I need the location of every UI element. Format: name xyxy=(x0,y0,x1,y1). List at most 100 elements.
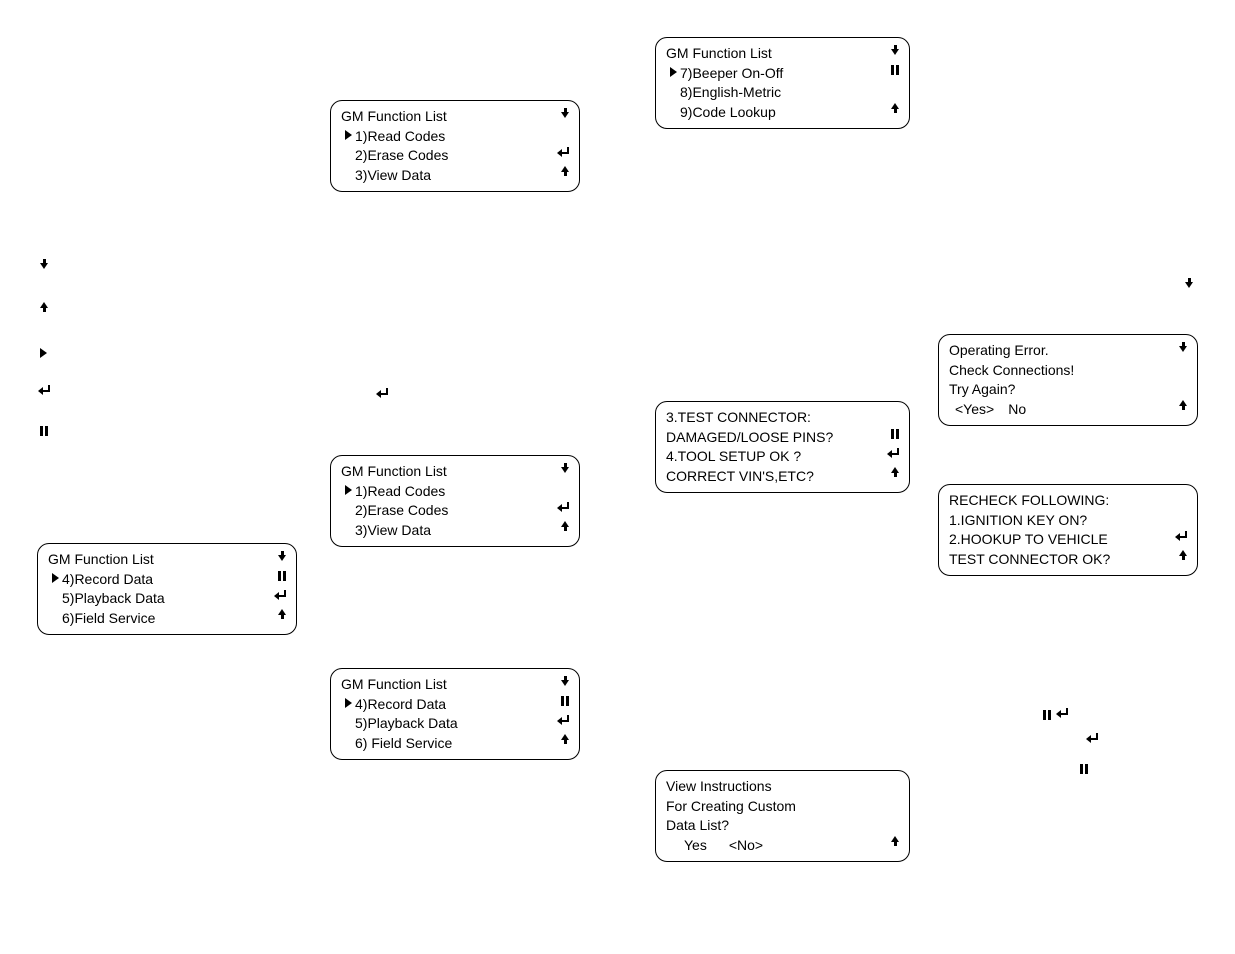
up-icon xyxy=(561,734,569,744)
instruction-line: For Creating Custom xyxy=(666,797,796,817)
screen-recheck: RECHECK FOLLOWING: 1.IGNITION KEY ON? 2.… xyxy=(938,484,1198,576)
selector-arrow-icon xyxy=(345,130,352,143)
recheck-line: RECHECK FOLLOWING: xyxy=(949,491,1109,511)
instruction-line: Data List? xyxy=(666,816,729,836)
enter-icon xyxy=(1177,531,1187,541)
menu-item[interactable]: 4)Record Data xyxy=(48,570,286,590)
pause-icon xyxy=(891,65,899,75)
down-icon xyxy=(1179,342,1187,352)
error-line: Operating Error. xyxy=(949,341,1049,361)
menu-item[interactable]: 1)Read Codes xyxy=(341,482,569,502)
menu-item[interactable]: 2)Erase Codes xyxy=(341,146,569,166)
screen-title: GM Function List xyxy=(341,107,447,127)
menu-item-label: 4)Record Data xyxy=(62,570,153,590)
menu-item[interactable]: 6)Field Service xyxy=(48,609,286,629)
enter-icon xyxy=(276,590,286,600)
play-arrow-icon xyxy=(40,345,47,361)
menu-item-label: 7)Beeper On-Off xyxy=(680,64,783,84)
enter-icon xyxy=(378,388,388,398)
menu-item[interactable]: 4)Record Data xyxy=(341,695,569,715)
screen-title: GM Function List xyxy=(48,550,154,570)
choice-yes[interactable]: Yes xyxy=(684,836,707,856)
pause-icon xyxy=(1080,764,1088,774)
down-icon xyxy=(561,676,569,686)
menu-item-label: 1)Read Codes xyxy=(355,127,445,147)
error-line: Check Connections! xyxy=(949,361,1074,381)
recheck-line: 2.HOOKUP TO VEHICLE xyxy=(949,530,1108,550)
menu-item-label: 3)View Data xyxy=(355,521,431,541)
menu-item[interactable]: 3)View Data xyxy=(341,166,569,186)
down-icon xyxy=(40,259,48,269)
enter-icon xyxy=(1058,708,1068,718)
screen-operating-error: Operating Error. Check Connections! Try … xyxy=(938,334,1198,426)
menu-item[interactable]: 5)Playback Data xyxy=(48,589,286,609)
screen-check-connector: 3.TEST CONNECTOR: DAMAGED/LOOSE PINS? 4.… xyxy=(655,401,910,493)
menu-item[interactable]: 2)Erase Codes xyxy=(341,501,569,521)
pause-icon xyxy=(278,571,286,581)
prompt-row: Yes <No> xyxy=(666,836,899,856)
enter-icon xyxy=(559,147,569,157)
prompt-row: <Yes> No xyxy=(949,400,1187,420)
screen-gm-list-1: GM Function List 1)Read Codes 2)Erase Co… xyxy=(330,100,580,192)
menu-item-label: 4)Record Data xyxy=(355,695,446,715)
screen-title: GM Function List xyxy=(666,44,772,64)
choice-yes[interactable]: <Yes> xyxy=(955,400,994,420)
up-icon xyxy=(1179,400,1187,410)
instruction-line: View Instructions xyxy=(666,777,772,797)
screen-gm-list-5: GM Function List 4)Record Data 5)Playbac… xyxy=(330,668,580,760)
pause-icon xyxy=(561,696,569,706)
selector-arrow-icon xyxy=(670,67,677,80)
up-icon xyxy=(891,103,899,113)
check-line: 3.TEST CONNECTOR: xyxy=(666,408,811,428)
menu-item-label: 1)Read Codes xyxy=(355,482,445,502)
up-icon xyxy=(891,467,899,477)
screen-title: GM Function List xyxy=(341,675,447,695)
screen-gm-list-3: GM Function List 1)Read Codes 2)Erase Co… xyxy=(330,455,580,547)
choice-no[interactable]: <No> xyxy=(729,836,763,856)
menu-item-label: 3)View Data xyxy=(355,166,431,186)
pause-icon xyxy=(1043,710,1051,720)
pause-icon xyxy=(891,429,899,439)
check-line: CORRECT VIN'S,ETC? xyxy=(666,467,814,487)
up-icon xyxy=(561,166,569,176)
enter-icon xyxy=(559,715,569,725)
down-icon xyxy=(561,463,569,473)
menu-item-label: 6) Field Service xyxy=(355,734,452,754)
menu-item[interactable]: 6) Field Service xyxy=(341,734,569,754)
menu-item[interactable]: 3)View Data xyxy=(341,521,569,541)
recheck-line: 1.IGNITION KEY ON? xyxy=(949,511,1087,531)
recheck-line: TEST CONNECTOR OK? xyxy=(949,550,1110,570)
up-icon xyxy=(891,836,899,846)
pause-icon xyxy=(40,426,48,436)
screen-title: GM Function List xyxy=(341,462,447,482)
menu-item[interactable]: 5)Playback Data xyxy=(341,714,569,734)
menu-item[interactable]: 8)English-Metric xyxy=(666,83,899,103)
choice-no[interactable]: No xyxy=(1008,400,1026,420)
menu-item-label: 8)English-Metric xyxy=(680,83,781,103)
screen-view-instructions: View Instructions For Creating Custom Da… xyxy=(655,770,910,862)
menu-item-label: 5)Playback Data xyxy=(355,714,458,734)
enter-icon xyxy=(1088,733,1098,743)
menu-item[interactable]: 9)Code Lookup xyxy=(666,103,899,123)
menu-item-label: 2)Erase Codes xyxy=(355,146,448,166)
screen-title-row: GM Function List xyxy=(341,107,569,127)
down-icon xyxy=(278,551,286,561)
menu-item-label: 5)Playback Data xyxy=(62,589,165,609)
enter-icon xyxy=(559,502,569,512)
check-line: DAMAGED/LOOSE PINS? xyxy=(666,428,833,448)
selector-arrow-icon xyxy=(345,485,352,498)
up-icon xyxy=(278,609,286,619)
menu-item-label: 6)Field Service xyxy=(62,609,155,629)
menu-item-label: 2)Erase Codes xyxy=(355,501,448,521)
menu-item[interactable]: 7)Beeper On-Off xyxy=(666,64,899,84)
screen-gm-list-2: GM Function List 7)Beeper On-Off 8)Engli… xyxy=(655,37,910,129)
down-icon xyxy=(891,45,899,55)
selector-arrow-icon xyxy=(52,573,59,586)
up-icon xyxy=(561,521,569,531)
down-icon xyxy=(1185,278,1193,288)
menu-item[interactable]: 1)Read Codes xyxy=(341,127,569,147)
up-icon xyxy=(1179,550,1187,560)
enter-icon xyxy=(889,448,899,458)
screen-gm-list-4: GM Function List 4)Record Data 5)Playbac… xyxy=(37,543,297,635)
error-line: Try Again? xyxy=(949,380,1015,400)
